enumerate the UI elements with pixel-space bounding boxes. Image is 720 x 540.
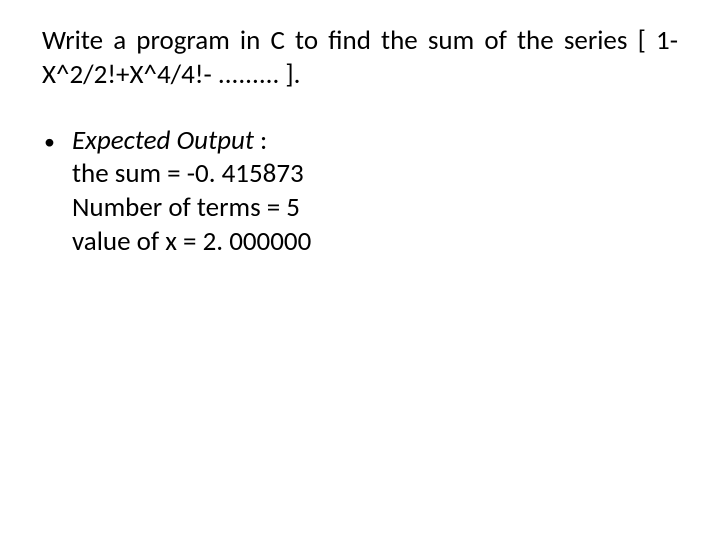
problem-statement: Write a program in C to find the sum of … [42, 24, 678, 92]
bullet-row: • Expected Output : [42, 124, 678, 158]
bullet-content: Expected Output : [72, 124, 267, 158]
expected-output-label: Expected Output [72, 124, 254, 157]
output-line-3: value of x = 2. 000000 [42, 225, 678, 259]
bullet-dot-icon: • [44, 128, 55, 155]
output-line-2: Number of terms = 5 [42, 191, 678, 225]
output-line-1: the sum = -0. 415873 [42, 157, 678, 191]
title-text: Write a program in C to find the sum of … [42, 24, 678, 91]
slide: Write a program in C to find the sum of … [0, 0, 720, 540]
expected-output-block: • Expected Output : the sum = -0. 415873… [42, 124, 678, 259]
bullet-marker: • [42, 124, 72, 158]
colon: : [254, 124, 267, 157]
